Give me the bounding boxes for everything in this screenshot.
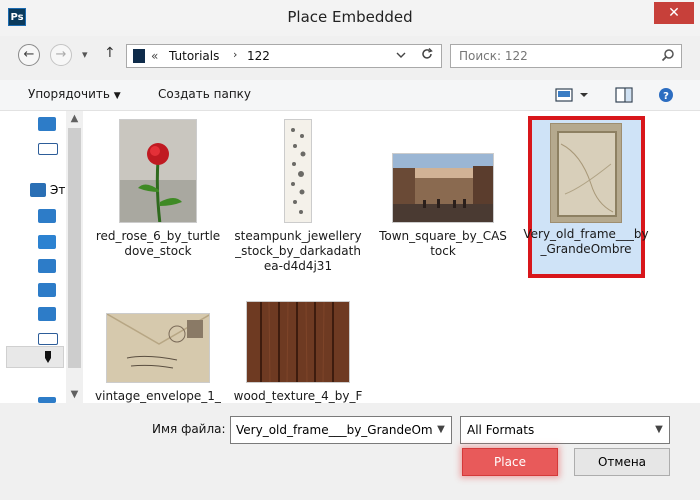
organize-chevron-icon: ▼	[113, 91, 121, 101]
old-frame-photo-icon	[550, 123, 622, 223]
file-item[interactable]: red_rose_6_by_turtledove_stock	[93, 111, 223, 271]
file-item[interactable]: vintage_envelope_1_by_jasmin_stock	[93, 301, 223, 403]
wood-photo-icon	[246, 301, 350, 383]
refresh-icon[interactable]	[417, 47, 437, 65]
network-drive-icon[interactable]	[38, 143, 58, 155]
file-item[interactable]: Town_square_by_CAStock	[378, 111, 508, 271]
view-options-chevron-icon[interactable]	[578, 86, 590, 104]
file-item-selected[interactable]: Very_old_frame___by_GrandeOmbre	[521, 111, 651, 281]
preview-pane-icon[interactable]	[614, 86, 634, 104]
documents-folder-icon[interactable]	[38, 235, 56, 249]
up-button[interactable]: ↑	[104, 45, 116, 61]
videos-folder-icon[interactable]	[38, 209, 56, 223]
help-icon[interactable]: ?	[656, 86, 676, 104]
new-folder-button[interactable]: Создать папку	[158, 87, 251, 101]
command-toolbar: Упорядочить ▼ Создать папку ?	[0, 80, 700, 111]
file-format-chevron-icon[interactable]: ▼	[651, 419, 667, 441]
file-name: Very_old_frame___by_GrandeOmbre	[523, 227, 649, 256]
organize-label: Упорядочить	[28, 87, 110, 101]
filename-input[interactable]: Very_old_frame___by_GrandeOmbre ▼	[230, 416, 452, 444]
search-input[interactable]: Поиск: 122	[450, 44, 682, 68]
pictures-folder-icon[interactable]	[38, 283, 56, 297]
file-format-value: All Formats	[467, 423, 535, 437]
file-name: wood_texture_4_by_Ff5_stock-d30k19	[233, 389, 363, 403]
this-pc-icon[interactable]	[30, 183, 46, 197]
close-button[interactable]: ✕	[654, 2, 694, 24]
envelope-photo-icon	[106, 313, 210, 383]
scroll-down-icon[interactable]: ▼	[66, 387, 83, 403]
cancel-button[interactable]: Отмена	[574, 448, 670, 476]
breadcrumb-separator-icon[interactable]: ›	[233, 48, 237, 61]
back-button[interactable]: ←	[18, 44, 40, 66]
this-pc-label[interactable]: Эт	[50, 183, 65, 197]
dialog-title: Place Embedded	[287, 8, 413, 26]
jewellery-photo-icon	[284, 119, 312, 223]
svg-text:?: ?	[663, 91, 669, 102]
local-disk-icon[interactable]	[38, 333, 58, 345]
file-name: Town_square_by_CAStock	[379, 229, 507, 258]
filename-history-chevron-icon[interactable]: ▼	[433, 419, 449, 441]
music-folder-icon[interactable]	[38, 307, 56, 321]
breadcrumb-tutorials[interactable]: Tutorials	[169, 49, 219, 63]
recent-locations-chevron-icon[interactable]: ▾	[82, 48, 88, 61]
content-area: Эт ▲ ▼ red_rose_6_by_turtledove_stock st…	[0, 111, 700, 403]
town-square-photo-icon	[392, 153, 494, 223]
title-bar: Ps Place Embedded ✕	[0, 0, 700, 36]
file-item[interactable]: wood_texture_4_by_Ff5_stock-d30k19	[233, 301, 363, 403]
dialog-footer: Имя файла: Very_old_frame___by_GrandeOmb…	[0, 403, 700, 500]
scrollbar-thumb[interactable]	[68, 128, 81, 368]
address-bar[interactable]: « Tutorials › 122	[126, 44, 442, 68]
navigation-pane: Эт	[0, 111, 66, 403]
drive-icon	[45, 351, 51, 363]
breadcrumb-overflow[interactable]: «	[151, 49, 158, 63]
filename-label: Имя файла:	[152, 422, 226, 436]
forward-button[interactable]: →	[50, 44, 72, 66]
scroll-up-icon[interactable]: ▲	[66, 111, 83, 127]
file-name: vintage_envelope_1_by_jasmin_stock	[95, 389, 221, 403]
address-history-chevron-icon[interactable]	[391, 47, 411, 65]
file-item[interactable]: steampunk_jewellery_stock_by_darkadathea…	[233, 111, 363, 291]
selected-drive-item[interactable]	[6, 346, 64, 368]
breadcrumb-122[interactable]: 122	[247, 49, 270, 63]
search-placeholder: Поиск: 122	[459, 49, 528, 63]
place-button[interactable]: Place	[462, 448, 558, 476]
navigation-pane-scrollbar[interactable]: ▲ ▼	[66, 111, 83, 403]
file-name: steampunk_jewellery_stock_by_darkadathea…	[234, 229, 362, 273]
folder-icon	[133, 49, 145, 63]
downloads-folder-icon[interactable]	[38, 259, 56, 273]
place-embedded-dialog: Ps Place Embedded ✕ ← → ▾ ↑ « Tutorials …	[0, 0, 700, 500]
desktop-icon[interactable]	[38, 117, 56, 131]
organize-menu-button[interactable]: Упорядочить ▼	[28, 87, 121, 101]
file-list: red_rose_6_by_turtledove_stock steampunk…	[83, 111, 700, 403]
file-name: red_rose_6_by_turtledove_stock	[95, 229, 221, 258]
rose-photo-icon	[119, 119, 197, 223]
search-icon[interactable]	[661, 48, 675, 62]
change-view-icon[interactable]	[554, 86, 574, 104]
filename-value: Very_old_frame___by_GrandeOmbre	[236, 423, 432, 437]
file-format-select[interactable]: All Formats ▼	[460, 416, 670, 444]
